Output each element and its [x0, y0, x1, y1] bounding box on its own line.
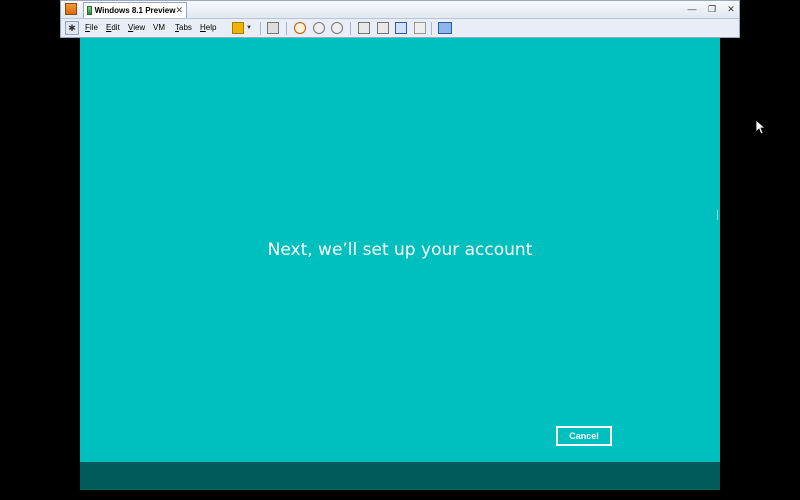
menu-vm[interactable]: VM — [153, 23, 165, 32]
title-bar: Windows 8.1 Preview ✕ — ❐ ✕ — [61, 1, 739, 19]
toolbar-divider — [350, 22, 351, 35]
guest-screen[interactable]: Next, we’ll set up your account Cancel — [80, 38, 720, 490]
fullscreen-icon[interactable] — [395, 22, 407, 34]
toolbar-divider — [286, 22, 287, 35]
tab-label: Windows 8.1 Preview — [94, 6, 176, 15]
close-button[interactable]: ✕ — [726, 4, 736, 14]
menu-view[interactable]: View — [128, 23, 145, 32]
tab-close-icon[interactable]: ✕ — [175, 5, 183, 16]
cancel-button[interactable]: Cancel — [556, 426, 612, 446]
power-icon[interactable] — [232, 22, 244, 34]
unity-icon[interactable] — [414, 22, 426, 34]
take-snapshot-icon[interactable] — [294, 22, 306, 34]
chevron-down-icon[interactable]: ▼ — [246, 22, 252, 34]
menu-help[interactable]: Help — [200, 23, 216, 32]
stretch-guest-icon[interactable] — [438, 22, 452, 34]
minimize-button[interactable]: — — [687, 4, 697, 14]
thumbnail-view-icon[interactable] — [377, 22, 389, 34]
toolbar-divider — [260, 22, 261, 35]
revert-snapshot-icon[interactable] — [313, 22, 325, 34]
vmware-app-icon[interactable] — [65, 3, 77, 15]
setup-message: Next, we’ll set up your account — [267, 240, 533, 260]
vmware-window: Windows 8.1 Preview ✕ — ❐ ✕ ✱ File Edit … — [60, 0, 740, 38]
menu-edit[interactable]: Edit — [106, 23, 120, 32]
bottom-band — [80, 462, 720, 490]
toolbar-divider — [431, 22, 432, 35]
screen-edge-mark — [717, 210, 718, 220]
pin-icon[interactable]: ✱ — [65, 21, 79, 35]
snapshot-manager-icon[interactable] — [331, 22, 343, 34]
mouse-cursor-icon — [756, 120, 766, 134]
vm-running-icon — [87, 6, 92, 15]
restore-button[interactable]: ❐ — [707, 4, 717, 14]
menu-bar: ✱ File Edit View VM Tabs Help ▼ — [61, 19, 739, 38]
menu-file[interactable]: File — [85, 23, 98, 32]
send-ctrl-alt-del-icon[interactable] — [267, 22, 279, 34]
tab-windows-8-1-preview[interactable]: Windows 8.1 Preview ✕ — [83, 2, 187, 18]
show-console-icon[interactable] — [358, 22, 370, 34]
menu-tabs[interactable]: Tabs — [175, 23, 192, 32]
